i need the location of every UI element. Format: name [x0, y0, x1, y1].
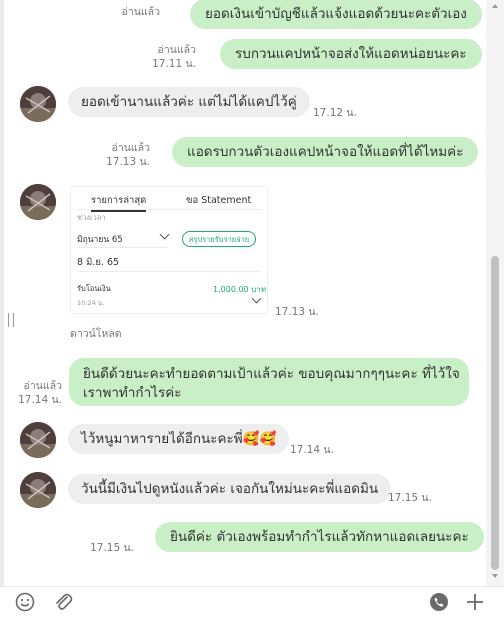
message-meta: อ่านแล้ว 17.11 น.: [152, 43, 196, 71]
avatar[interactable]: [20, 422, 56, 458]
avatar[interactable]: [20, 86, 56, 122]
divider: [77, 209, 261, 210]
message-text: ไว้หนูมาหารายได้อีกนะคะพี่: [81, 431, 243, 447]
timestamp: 17.15 น.: [90, 542, 134, 554]
avatar[interactable]: [20, 184, 56, 220]
message-outgoing[interactable]: ยินดีค่ะ ตัวเองพร้อมทำกำไรแล้วทักหาแอดเล…: [155, 522, 484, 552]
period-label: ช่วงเวลา: [77, 213, 106, 222]
message-outgoing[interactable]: รบกวนแคปหน้าจอส่งให้แอดหน่อยนะคะ: [220, 39, 482, 69]
chat-area: อ่านแล้ว ยอดเงินเข้าบัญชีแล้วแจ้งแอดด้วย…: [0, 0, 486, 586]
message-meta: อ่านแล้ว 17.13 น.: [106, 141, 150, 169]
message-outgoing[interactable]: ยินดีด้วยนะคะทำยอดตามเป้าแล้วค่ะ ขอบคุณม…: [69, 358, 469, 406]
timestamp: 17.15 น.: [388, 492, 432, 504]
tab-statement: ขอ Statement: [186, 195, 252, 206]
scroll-up-arrow-icon[interactable]: [492, 4, 498, 8]
statement-image[interactable]: รายการล่าสุด ขอ Statement ช่วงเวลา มิถุน…: [70, 186, 268, 314]
scrollbar-thumb[interactable]: [491, 256, 499, 570]
message-line: เราพาทำกำไรค่ะ: [83, 385, 182, 401]
message-outgoing[interactable]: แอดรบกวนตัวเองแคปหน้าจอให้แอดที่ได้ไหมค่…: [172, 137, 479, 167]
tx-time: 10:24 น.: [77, 299, 105, 307]
month-select: มิถุนายน 65: [77, 235, 123, 245]
read-receipt: อ่านแล้ว: [157, 44, 196, 56]
date-heading: 8 มิ.ย. 65: [77, 257, 120, 268]
voice-call-icon[interactable]: [428, 591, 450, 613]
tx-amount: 1,000.00 บาท: [213, 285, 267, 294]
read-receipt: อ่านแล้ว: [23, 380, 62, 392]
timestamp: 17.14 น.: [18, 394, 62, 406]
download-link[interactable]: ดาวน์โหลด: [70, 327, 122, 341]
summary-button: สรุปรายรับรายจ่าย: [182, 231, 256, 247]
message-line: ยินดีด้วยนะคะทำยอดตามเป้าแล้วค่ะ ขอบคุณม…: [83, 366, 460, 382]
timestamp: 17.14 น.: [290, 444, 334, 456]
emoji: 🥰🥰: [242, 431, 277, 447]
message-meta: อ่านแล้ว 17.14 น.: [18, 379, 62, 407]
message-incoming[interactable]: วันนี้มีเงินไปดูหนังแล้วค่ะ เจอกันใหม่นะ…: [68, 474, 392, 504]
left-edge: [0, 0, 4, 586]
divider: [77, 271, 261, 272]
read-receipt: อ่านแล้ว: [121, 6, 160, 18]
message-incoming[interactable]: ไว้หนูมาหารายได้อีกนะคะพี่🥰🥰: [68, 424, 290, 454]
input-toolbar: [0, 586, 504, 616]
timestamp: 17.11 น.: [152, 58, 196, 70]
plus-icon[interactable]: [464, 591, 486, 613]
scrollbar[interactable]: [486, 0, 504, 586]
chevron-down-icon: [159, 229, 170, 240]
attach-icon[interactable]: [52, 591, 74, 613]
divider: [77, 247, 167, 248]
resize-handle[interactable]: [8, 313, 14, 327]
tx-label: รับโอนเงิน: [77, 284, 111, 293]
message-outgoing[interactable]: ยอดเงินเข้าบัญชีแล้วแจ้งแอดด้วยนะคะตัวเอ…: [190, 0, 482, 29]
message-incoming[interactable]: ยอดเข้านานแล้วค่ะ แต่ไม่ได้แคปไว้คู่: [68, 87, 310, 117]
read-receipt: อ่านแล้ว: [111, 142, 150, 154]
timestamp: 17.13 น.: [106, 156, 150, 168]
avatar[interactable]: [20, 472, 56, 508]
timestamp: 17.13 น.: [275, 306, 319, 318]
scroll-down-arrow-icon[interactable]: [492, 574, 498, 578]
timestamp: 17.12 น.: [313, 107, 357, 119]
emoji-icon[interactable]: [14, 591, 36, 613]
